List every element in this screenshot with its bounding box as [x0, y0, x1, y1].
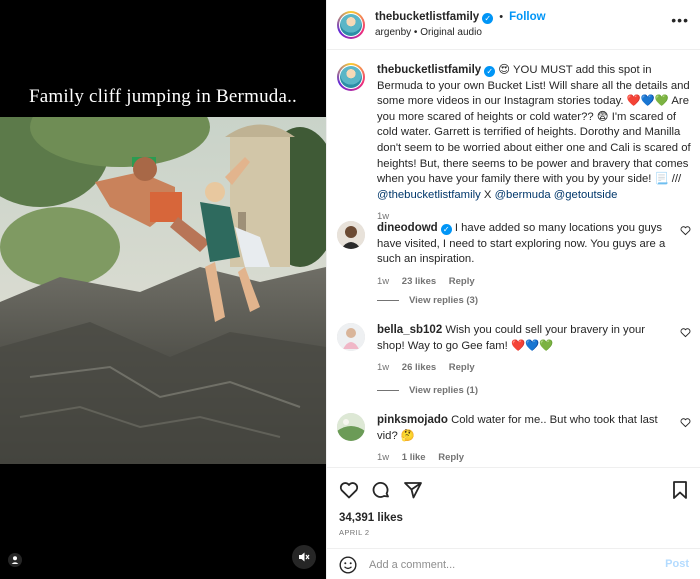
- post-actions: 34,391 likes APRIL 2 Post: [327, 467, 700, 579]
- comment-likes[interactable]: 23 likes: [402, 276, 436, 287]
- mention-link[interactable]: @getoutside: [554, 189, 618, 201]
- like-comment-heart-icon[interactable]: [680, 225, 691, 236]
- caption-text: 😍 YOU MUST add this spot in Bermuda to y…: [377, 64, 691, 186]
- follow-button[interactable]: Follow: [509, 11, 545, 23]
- comment-likes[interactable]: 1 like: [402, 452, 426, 463]
- author-username[interactable]: thebucketlistfamily: [375, 11, 479, 23]
- more-options-icon[interactable]: •••: [671, 12, 689, 28]
- caption-username[interactable]: thebucketlistfamily: [377, 64, 481, 76]
- cliff-jump-scene: [0, 117, 326, 464]
- verified-badge-icon: ✓: [484, 66, 496, 77]
- mute-button[interactable]: [292, 545, 316, 569]
- video-overlay-text: Family cliff jumping in Bermuda..: [29, 86, 297, 107]
- post-date[interactable]: APRIL 2: [339, 528, 369, 537]
- commenter-avatar[interactable]: [337, 413, 365, 441]
- commenter-avatar[interactable]: [337, 323, 365, 351]
- like-comment-heart-icon[interactable]: [680, 327, 691, 338]
- commenter-username[interactable]: dineodowd: [377, 222, 438, 234]
- comment-item: bella_sb102 Wish you could sell your bra…: [337, 323, 691, 383]
- commenter-username[interactable]: pinksmojado: [377, 414, 448, 426]
- comment-item: pinksmojado Cold water for me.. But who …: [337, 413, 691, 467]
- action-icons: [339, 480, 423, 500]
- comment-bubble-icon[interactable]: [371, 480, 391, 500]
- reply-button[interactable]: Reply: [449, 276, 475, 287]
- commenter-avatar[interactable]: [337, 221, 365, 249]
- post-header: thebucketlistfamily ✓ • Follow argenby • …: [327, 0, 700, 50]
- add-comment-bar: Post: [327, 548, 700, 579]
- post-media[interactable]: Family cliff jumping in Bermuda..: [0, 0, 326, 579]
- reply-button[interactable]: Reply: [438, 452, 464, 463]
- comment-likes[interactable]: 26 likes: [402, 362, 436, 373]
- comment-time[interactable]: 1w: [377, 362, 389, 373]
- caption-author-avatar[interactable]: [337, 63, 365, 91]
- audio-subline[interactable]: argenby • Original audio: [375, 27, 482, 38]
- verified-badge-icon: ✓: [440, 224, 452, 235]
- add-comment-input[interactable]: [369, 555, 639, 575]
- comments-thread[interactable]: thebucketlistfamily ✓ 😍 YOU MUST add this…: [327, 51, 700, 467]
- verified-badge-icon: ✓: [482, 13, 494, 24]
- speaker-muted-icon: [299, 552, 310, 562]
- reply-button[interactable]: Reply: [449, 362, 475, 373]
- view-replies-button[interactable]: View replies (1): [377, 385, 478, 396]
- comment-time[interactable]: 1w: [377, 276, 389, 287]
- post-side-panel: thebucketlistfamily ✓ • Follow argenby • …: [326, 0, 700, 579]
- author-line: thebucketlistfamily ✓ • Follow: [375, 11, 546, 24]
- author-avatar[interactable]: [337, 11, 365, 39]
- comment-time[interactable]: 1w: [377, 452, 389, 463]
- emoji-smiley-icon[interactable]: [339, 556, 357, 574]
- like-comment-heart-icon[interactable]: [680, 417, 691, 428]
- instagram-post-modal: Family cliff jumping in Bermuda.. thebuc…: [0, 0, 700, 579]
- save-bookmark-icon[interactable]: [671, 480, 689, 500]
- commenter-username[interactable]: bella_sb102: [377, 324, 442, 336]
- comment-item: dineodowd ✓ I have added so many location…: [337, 221, 691, 291]
- mention-link[interactable]: @thebucketlistfamily: [377, 189, 481, 201]
- mention-link[interactable]: @bermuda: [495, 189, 551, 201]
- post-comment-button[interactable]: Post: [665, 558, 689, 570]
- likes-count[interactable]: 34,391 likes: [339, 512, 403, 524]
- video-frame[interactable]: [0, 117, 326, 464]
- view-replies-button[interactable]: View replies (3): [377, 295, 478, 306]
- share-paper-plane-icon[interactable]: [403, 480, 423, 500]
- like-heart-icon[interactable]: [339, 480, 359, 500]
- post-caption: thebucketlistfamily ✓ 😍 YOU MUST add this…: [337, 63, 691, 222]
- tagged-user-icon[interactable]: [8, 553, 22, 567]
